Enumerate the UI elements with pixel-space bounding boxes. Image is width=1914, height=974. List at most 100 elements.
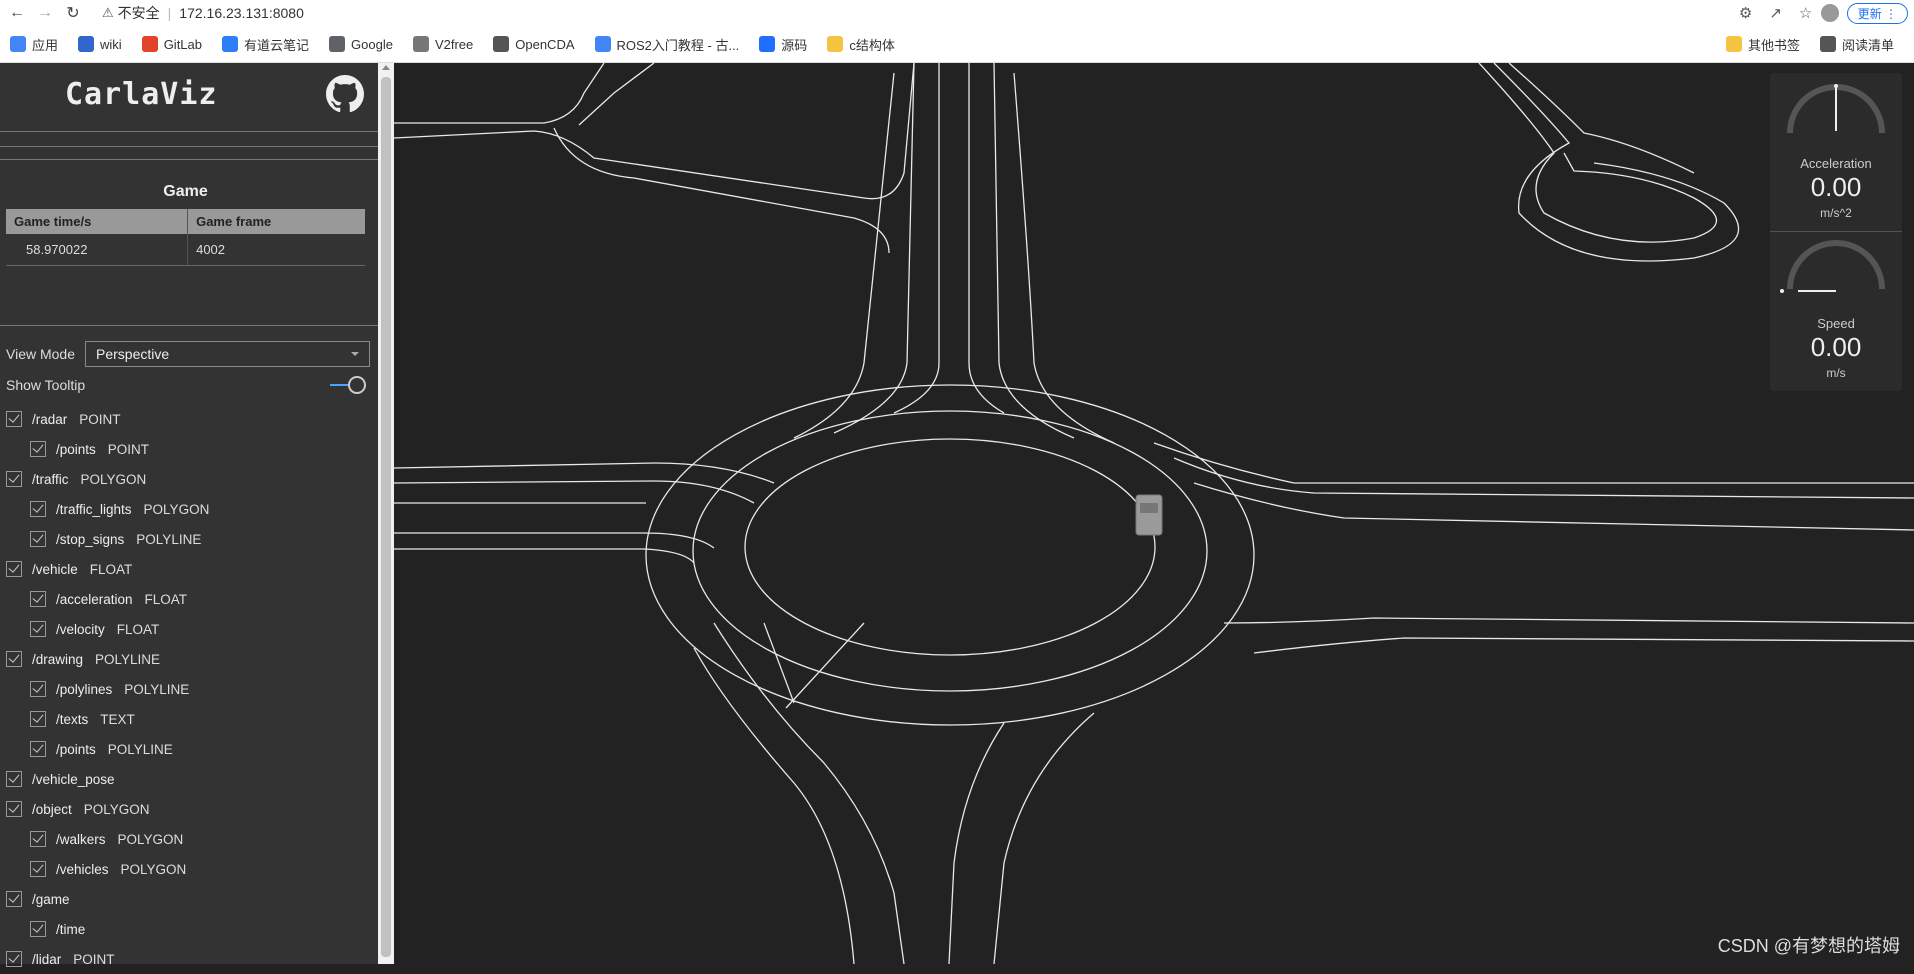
scrollbar-thumb[interactable] (381, 77, 391, 957)
stream-checkbox[interactable] (30, 921, 46, 937)
show-tooltip-label: Show Tooltip (6, 377, 86, 393)
stream-checkbox[interactable] (6, 411, 22, 427)
stream-name: /time (56, 921, 86, 937)
stream-checkbox[interactable] (30, 861, 46, 877)
brand-header: CarlaViz (0, 63, 378, 131)
bookmark-icon (329, 36, 346, 52)
game-time-cell: 58.970022 (6, 234, 188, 266)
speed-gauge: Speed 0.00 m/s (1770, 233, 1902, 391)
stream-type: POLYLINE (95, 651, 161, 667)
sidebar-scrollbar[interactable] (378, 63, 394, 964)
stream-checkbox[interactable] (30, 621, 46, 637)
bookmark-item[interactable]: 源码 (759, 35, 807, 54)
back-icon[interactable]: ← (6, 2, 28, 24)
stream-checkbox[interactable] (30, 501, 46, 517)
acceleration-gauge: Acceleration 0.00 m/s^2 (1770, 73, 1902, 231)
reload-icon[interactable]: ↻ (62, 2, 84, 24)
stream-name: /polylines (56, 681, 113, 697)
share-icon[interactable]: ↗ (1761, 4, 1791, 22)
stream-item: /points POINT (6, 434, 366, 464)
roundabout-inner-ring (744, 438, 1156, 656)
url-text[interactable]: 172.16.23.131:8080 (179, 5, 304, 21)
stream-type: FLOAT (116, 621, 160, 637)
stream-item: /game (6, 884, 366, 914)
bookmark-label: wiki (100, 36, 122, 52)
divider (0, 325, 378, 326)
stream-checkbox[interactable] (30, 681, 46, 697)
game-frame-cell: 4002 (187, 234, 365, 266)
stream-name: /points (56, 741, 96, 757)
roundabout-middle-ring (692, 410, 1208, 692)
speed-value: 0.00 (1810, 332, 1862, 362)
bookmark-icon (222, 36, 238, 52)
bookmark-item[interactable]: OpenCDA (493, 36, 575, 52)
bookmark-item[interactable]: 阅读清单 (1819, 35, 1894, 54)
road-lane (785, 622, 865, 709)
update-button[interactable]: 更新 ⋮ (1846, 2, 1908, 24)
stream-checkbox[interactable] (6, 801, 22, 817)
stream-item: /walkers POLYGON (6, 824, 366, 854)
view-mode-select[interactable]: Perspective (85, 341, 371, 367)
stream-item: /lidar POINT (6, 944, 366, 974)
bookmark-item[interactable]: 其他书签 (1725, 35, 1800, 54)
bookmark-star-icon[interactable]: ☆ (1791, 4, 1821, 22)
divider (0, 146, 378, 147)
profile-avatar-icon[interactable] (1820, 4, 1839, 22)
road-lane (1493, 63, 1740, 262)
stream-checkbox[interactable] (6, 771, 22, 787)
stream-checkbox[interactable] (30, 741, 46, 757)
road-lane (553, 127, 890, 254)
bookmark-item[interactable]: c结构体 (827, 35, 895, 54)
toggle-track (330, 384, 350, 386)
bookmark-item[interactable]: V2free (412, 36, 473, 52)
bookmark-label: GitLab (163, 36, 202, 52)
stream-checkbox[interactable] (6, 651, 22, 667)
stream-checkbox[interactable] (30, 591, 46, 607)
stream-name: /radar (32, 411, 68, 427)
bookmark-item[interactable]: wiki (78, 36, 122, 52)
stream-checkbox[interactable] (6, 471, 22, 487)
game-panel: Game Game time/s Game frame 58.970022 40… (6, 183, 365, 266)
translate-icon[interactable]: ⚙ (1731, 4, 1761, 22)
view-mode-row: View Mode Perspective (6, 341, 371, 367)
stream-name: /texts (56, 711, 89, 727)
stream-checkbox[interactable] (30, 531, 46, 547)
road-lane (1223, 617, 1914, 624)
speed-dial (1780, 240, 1885, 293)
stream-checkbox[interactable] (30, 441, 46, 457)
stream-name: /vehicle_pose (32, 771, 115, 787)
stream-checkbox[interactable] (6, 951, 22, 967)
stream-checkbox[interactable] (30, 711, 46, 727)
stream-type: POINT (73, 951, 115, 967)
stream-name: /drawing (32, 651, 84, 667)
stream-checkbox[interactable] (6, 561, 22, 577)
app-title: CarlaViz (65, 77, 218, 112)
stream-checkbox[interactable] (30, 831, 46, 847)
github-icon[interactable] (326, 75, 364, 113)
bookmarks-right: 其他书签 阅读清单 (1716, 26, 1904, 62)
bookmark-item[interactable]: 应用 (10, 35, 58, 54)
address-bar: ← → ↻ ⚠ 不安全 | 172.16.23.131:8080 ⚙ ↗ ☆ 更… (0, 0, 1914, 26)
road-lane (713, 622, 905, 964)
divider (1770, 231, 1902, 232)
stream-type: POLYGON (80, 471, 147, 487)
url-field[interactable]: ⚠ 不安全 | 172.16.23.131:8080 (102, 3, 304, 23)
stream-item: /acceleration FLOAT (6, 584, 366, 614)
road-lane (693, 647, 855, 964)
bookmark-label: 源码 (781, 37, 808, 53)
map-viewport[interactable] (394, 63, 1914, 964)
scroll-up-icon[interactable] (382, 65, 390, 70)
show-tooltip-toggle[interactable] (330, 375, 366, 395)
stream-checkbox[interactable] (6, 891, 22, 907)
bookmark-item[interactable]: GitLab (141, 36, 202, 52)
toggle-knob[interactable] (348, 376, 366, 394)
forward-icon[interactable]: → (34, 2, 56, 24)
road-lane (394, 462, 775, 484)
bookmark-item[interactable]: ROS2入门教程 - 古... (594, 35, 739, 54)
stream-item: /traffic POLYGON (6, 464, 366, 494)
ego-vehicle[interactable] (1135, 494, 1163, 536)
road-lane (793, 72, 895, 439)
bookmark-item[interactable]: Google (329, 36, 393, 52)
bookmark-item[interactable]: 有道云笔记 (222, 35, 309, 54)
bookmark-label: 其他书签 (1747, 37, 1800, 53)
